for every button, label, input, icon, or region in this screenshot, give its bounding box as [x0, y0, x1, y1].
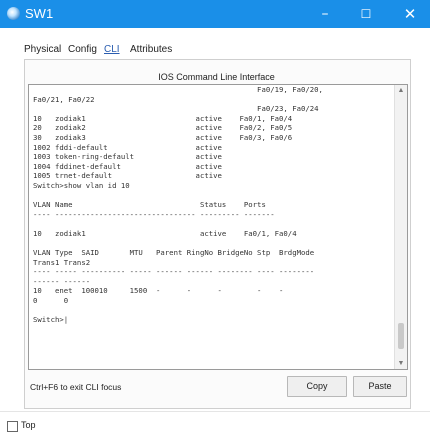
scroll-thumb[interactable] [398, 323, 404, 349]
tab-physical[interactable]: Physical [24, 44, 61, 55]
close-button[interactable]: ✕ [390, 2, 430, 26]
divider [0, 411, 430, 412]
app-icon [7, 7, 20, 20]
scroll-up-icon[interactable]: ▲ [395, 87, 407, 94]
top-checkbox-label: Top [21, 420, 36, 430]
cli-terminal[interactable]: Fa0/19, Fa0/20, Fa0/21, Fa0/22 Fa0/23, F… [28, 84, 408, 370]
tab-config[interactable]: Config [68, 44, 97, 55]
tab-cli[interactable]: CLI [104, 44, 120, 55]
paste-button[interactable]: Paste [353, 376, 407, 397]
panel-title: IOS Command Line Interface [158, 72, 275, 82]
terminal-scrollbar[interactable]: ▲ ▼ [394, 85, 407, 369]
scroll-down-icon[interactable]: ▼ [395, 360, 407, 367]
top-checkbox[interactable] [7, 421, 18, 432]
maximize-button[interactable]: ☐ [346, 2, 386, 26]
copy-button[interactable]: Copy [287, 376, 347, 397]
window-title: SW1 [25, 6, 54, 21]
cli-focus-hint: Ctrl+F6 to exit CLI focus [30, 382, 122, 392]
minimize-button[interactable]: – [305, 2, 345, 26]
terminal-output[interactable]: Fa0/19, Fa0/20, Fa0/21, Fa0/22 Fa0/23, F… [33, 85, 391, 369]
tab-attributes[interactable]: Attributes [130, 44, 172, 55]
title-bar: SW1 – ☐ ✕ [0, 0, 430, 28]
